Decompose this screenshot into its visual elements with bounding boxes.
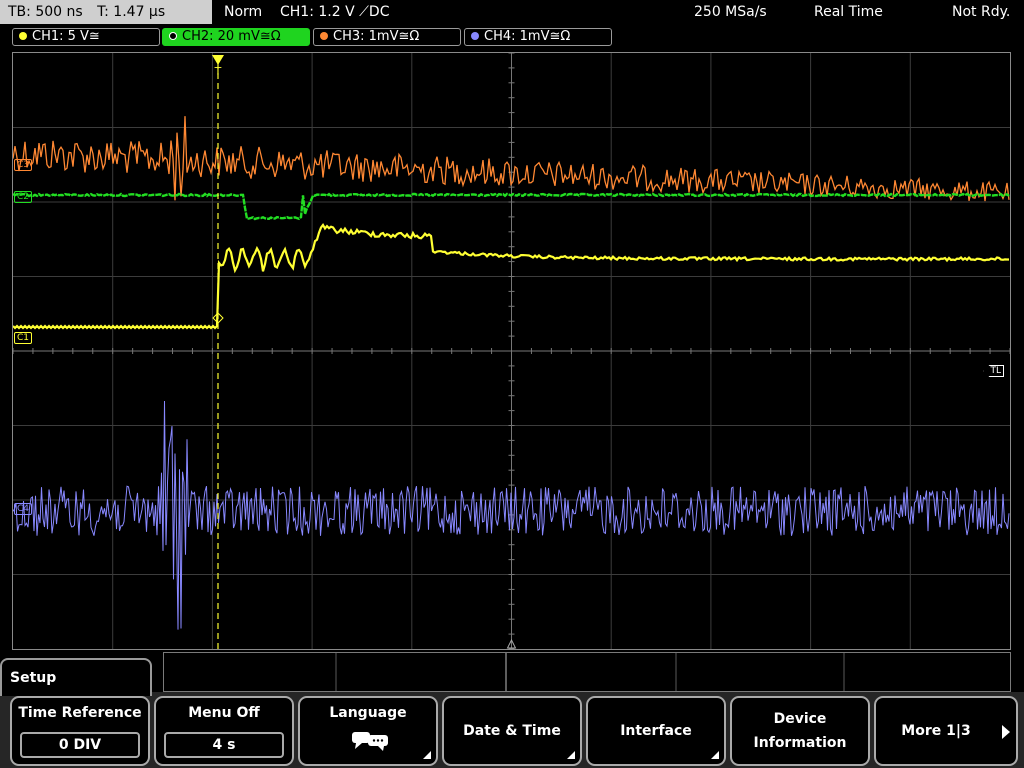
next-page-arrow-icon: [1002, 725, 1010, 739]
menu-off-softkey[interactable]: Menu Off 4 s: [154, 696, 294, 766]
menu-off-value: 4 s: [164, 732, 284, 758]
date-time-label: Date & Time: [463, 723, 561, 739]
status-bar: Norm CH1: 1.2 V ⟋DC 250 MSa/s Real Time …: [216, 0, 1024, 24]
interface-softkey[interactable]: Interface: [586, 696, 726, 766]
tab-ch1-label: CH1: 5 V≅: [32, 29, 100, 44]
xy-strip: [163, 652, 1011, 692]
submenu-corner-icon: [423, 751, 431, 759]
more-softkey[interactable]: More 1|3: [874, 696, 1018, 766]
interface-label: Interface: [620, 723, 692, 739]
graticule-grid: [13, 53, 1010, 649]
time-reference-value: 0 DIV: [20, 732, 140, 758]
tab-ch2-label: CH2: 20 mV≅Ω: [182, 29, 281, 44]
tab-ch3[interactable]: CH3: 1mV≅Ω: [313, 28, 461, 46]
acquisition-state: Not Rdy.: [952, 4, 1011, 20]
device-information-label-2: Information: [753, 735, 847, 751]
language-label: Language: [329, 705, 407, 721]
ch2-color-dot-icon: [169, 32, 177, 40]
speech-bubbles-icon: [352, 732, 388, 751]
tab-ch3-label: CH3: 1mV≅Ω: [333, 29, 420, 44]
graticule-and-traces: T: [13, 53, 1010, 649]
ch1-color-dot-icon: [19, 32, 27, 40]
acquisition-mode[interactable]: Real Time: [814, 0, 883, 24]
ch2-offset-marker[interactable]: C2: [14, 191, 33, 203]
trigger-mode[interactable]: Norm: [224, 0, 262, 24]
trigger-time-value: T: 1.47 µs: [97, 4, 166, 20]
trigger-setting[interactable]: CH1: 1.2 V ⟋DC: [280, 0, 389, 24]
ch1-offset-marker[interactable]: C1: [14, 332, 33, 344]
time-reference-softkey[interactable]: Time Reference 0 DIV: [10, 696, 150, 766]
menu-off-label: Menu Off: [188, 705, 260, 721]
trigger-position-label: T: [214, 65, 222, 78]
ch3-offset-marker[interactable]: C3: [14, 159, 33, 171]
device-information-label-1: Device: [773, 711, 827, 727]
tab-ch2[interactable]: CH2: 20 mV≅Ω: [162, 28, 310, 46]
menu-title: Setup: [10, 670, 57, 686]
device-information-softkey[interactable]: Device Information: [730, 696, 870, 766]
submenu-corner-icon: [711, 751, 719, 759]
time-reference-label: Time Reference: [18, 705, 142, 721]
timebase-readout[interactable]: TB: 500 ns T: 1.47 µs: [0, 0, 212, 24]
menu-title-tab: Setup: [0, 658, 152, 696]
ch4-color-dot-icon: [471, 32, 479, 40]
ch3-color-dot-icon: [320, 32, 328, 40]
language-softkey[interactable]: Language: [298, 696, 438, 766]
tab-ch1[interactable]: CH1: 5 V≅: [12, 28, 160, 46]
trigger-position-icon: [212, 55, 224, 65]
more-label: More 1|3: [901, 723, 971, 739]
date-time-softkey[interactable]: Date & Time: [442, 696, 582, 766]
timebase-value: TB: 500 ns: [8, 4, 83, 20]
ch4-offset-marker[interactable]: C4: [14, 503, 33, 515]
tab-ch4[interactable]: CH4: 1mV≅Ω: [464, 28, 612, 46]
sample-rate[interactable]: 250 MSa/s: [694, 0, 767, 24]
trigger-markers: T: [212, 55, 517, 649]
submenu-corner-icon: [567, 751, 575, 759]
tab-ch4-label: CH4: 1mV≅Ω: [484, 29, 571, 44]
strip-grid: [335, 653, 845, 691]
waveform-display[interactable]: T C3 C2 C1 C4 TL: [12, 52, 1011, 650]
